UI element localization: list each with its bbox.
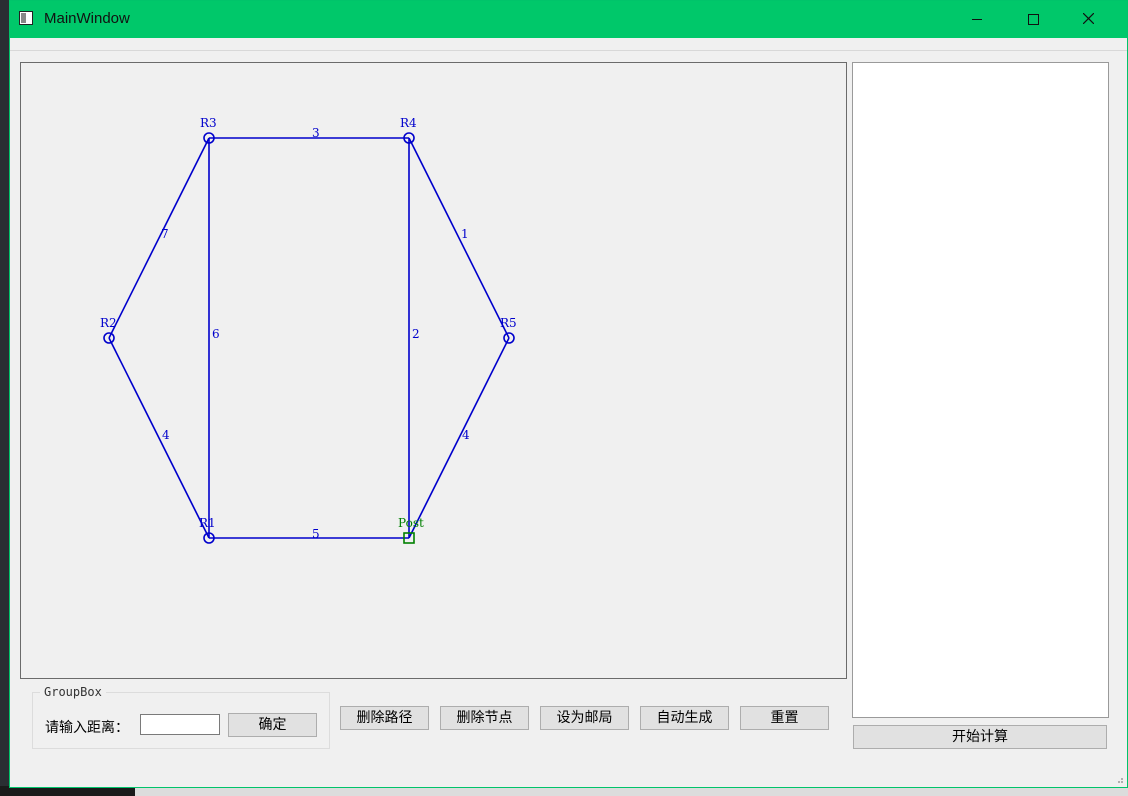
edge-weight-label: 4 [462, 428, 470, 442]
main-window: MainWindow 3 1 4 2 5 6 4 7 R1 R2 R3 R4 R5 Post GroupB… [9, 0, 1128, 788]
auto-generate-button[interactable]: 自动生成 [640, 706, 729, 730]
graph-canvas[interactable]: 3 1 4 2 5 6 4 7 R1 R2 R3 R4 R5 Post [20, 62, 847, 679]
groupbox-title: GroupBox [40, 685, 106, 699]
distance-input[interactable] [140, 714, 220, 735]
node-label-r2: R2 [100, 316, 117, 330]
menu-bar [10, 38, 1127, 51]
delete-path-button[interactable]: 删除路径 [340, 706, 429, 730]
node-label-r1: R1 [199, 516, 216, 530]
edge-weight-label: 4 [162, 428, 170, 442]
window-title: MainWindow [44, 10, 130, 27]
edge-r5-post[interactable] [408, 337, 510, 539]
confirm-button[interactable]: 确定 [228, 713, 317, 737]
maximize-button[interactable] [1009, 1, 1055, 38]
node-label-r4: R4 [400, 116, 417, 130]
start-calculation-button[interactable]: 开始计算 [853, 725, 1107, 749]
set-post-office-button[interactable]: 设为邮局 [540, 706, 629, 730]
edge-weight-label: 3 [312, 126, 320, 140]
edge-weight-label: 1 [461, 227, 469, 241]
edge-weight-label: 2 [412, 327, 420, 341]
edge-r3-r2[interactable] [108, 137, 210, 339]
minimize-button[interactable] [953, 1, 999, 38]
close-button[interactable] [1065, 1, 1111, 38]
edge-weight-label: 6 [212, 327, 220, 341]
node-label-r5: R5 [500, 316, 517, 330]
resize-grip-icon[interactable] [1114, 774, 1124, 784]
result-text-area[interactable] [852, 62, 1109, 718]
edge-r4-r5[interactable] [408, 137, 510, 339]
edge-weight-label: 7 [161, 227, 169, 241]
title-bar[interactable]: MainWindow [10, 1, 1127, 38]
node-label-r3: R3 [200, 116, 217, 130]
app-icon [19, 11, 33, 25]
edge-r2-r1[interactable] [108, 337, 210, 539]
graph-drawing: 3 1 4 2 5 6 4 7 R1 R2 R3 R4 R5 Post [100, 116, 517, 544]
node-label-post: Post [398, 516, 424, 530]
edge-weight-label: 5 [312, 527, 320, 541]
close-icon [1083, 13, 1094, 24]
delete-node-button[interactable]: 删除节点 [440, 706, 529, 730]
reset-button[interactable]: 重置 [740, 706, 829, 730]
distance-label: 请输入距离： [45, 720, 129, 736]
